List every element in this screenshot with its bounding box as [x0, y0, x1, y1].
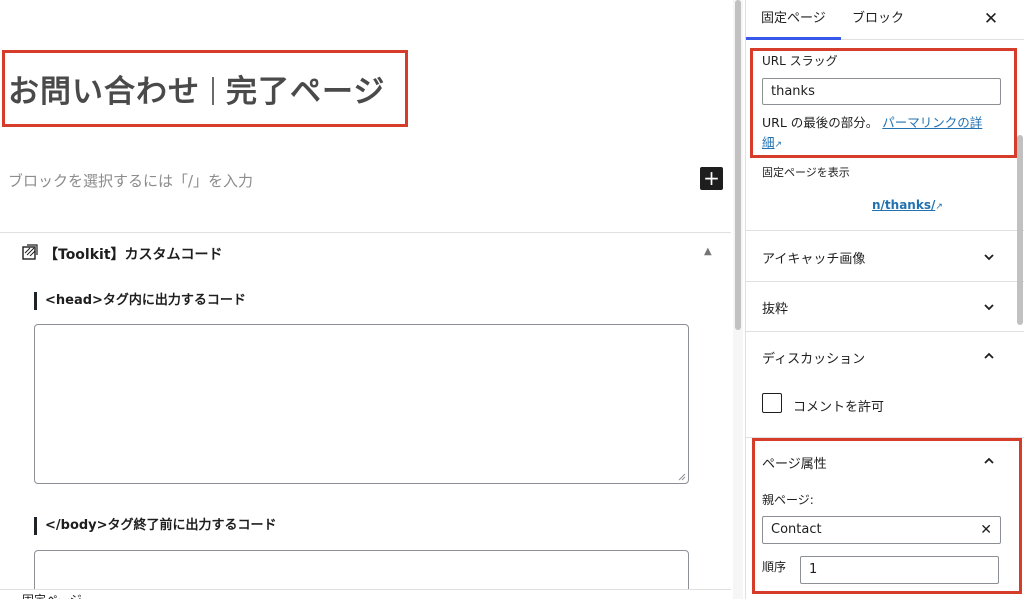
panel-discussion: ディスカッション [746, 331, 1024, 437]
chevron-down-icon [984, 254, 994, 261]
panel-featured-image-title: アイキャッチ画像 [762, 252, 866, 267]
url-slug-label: URL スラッグ [762, 54, 838, 68]
permalink-link[interactable]: パーマリンクの詳 [882, 115, 982, 130]
head-code-textarea[interactable] [34, 324, 689, 484]
panel-featured-image[interactable]: アイキャッチ画像 [746, 230, 1024, 281]
panel-excerpt-title: 抜粋 [762, 302, 789, 317]
allow-comments-checkbox[interactable] [762, 393, 782, 413]
url-help-text: URL の最後の部分。 [762, 115, 879, 130]
footer-breadcrumb[interactable]: 固定ページ [22, 591, 82, 599]
order-label: 順序 [762, 560, 787, 574]
editor-footer [0, 589, 731, 599]
triangle-up-icon[interactable]: ▲ [704, 246, 712, 257]
tab-page[interactable]: 固定ページ [746, 0, 841, 40]
editor-scrollbar-thumb[interactable] [735, 0, 741, 330]
settings-sidebar: 固定ページ ブロック ✕ URL スラッグ thanks URL の最後の部分。… [745, 0, 1024, 599]
external-link-icon: ↗ [774, 140, 783, 150]
parent-page-combobox[interactable]: Contact ✕ [762, 516, 1001, 544]
toolkit-meta-box-title: 【Toolkit】カスタムコード [44, 247, 223, 263]
body-code-label: </body>タグ終了前に出力するコード [34, 517, 277, 535]
url-help: URL の最後の部分。 パーマリンクの詳 細↗ [762, 113, 1007, 155]
allow-comments-label[interactable]: コメントを許可 [793, 396, 884, 415]
parent-page-label: 親ページ: [762, 493, 814, 507]
head-code-label: <head>タグ内に出力するコード [34, 292, 246, 310]
page-title-part2: 完了ページ [226, 74, 386, 110]
page-title[interactable]: お問い合わせ 完了ページ [8, 66, 385, 111]
editor-canvas: お問い合わせ 完了ページ ブロックを選択するには「/」を入力 + 【Toolkit… [0, 0, 731, 599]
toolkit-meta-box-header[interactable]: 【Toolkit】カスタムコード [22, 244, 223, 264]
external-link-icon: ↗ [935, 202, 943, 212]
panel-page-attributes-title[interactable]: ページ属性 [762, 453, 827, 472]
sidebar-tabs: 固定ページ ブロック ✕ [746, 0, 1024, 40]
view-page-link[interactable]: n/thanks/↗ [872, 198, 943, 212]
panel-discussion-title[interactable]: ディスカッション [762, 348, 865, 367]
view-page-url[interactable]: n/thanks/ [872, 198, 935, 212]
panel-excerpt[interactable]: 抜粋 [746, 281, 1024, 331]
add-block-button[interactable]: + [700, 167, 723, 190]
block-placeholder[interactable]: ブロックを選択するには「/」を入力 [8, 170, 253, 191]
title-separator [212, 77, 214, 105]
page-title-part1: お問い合わせ [8, 74, 200, 110]
url-slug-input[interactable]: thanks [762, 78, 1001, 105]
striped-block-icon [22, 244, 38, 264]
view-page-label: 固定ページを表示 [762, 166, 850, 179]
chevron-up-icon[interactable] [982, 349, 996, 363]
close-icon[interactable]: ✕ [981, 8, 1001, 30]
tab-block[interactable]: ブロック [852, 0, 904, 40]
permalink-link-cont[interactable]: 細 [762, 135, 775, 150]
chevron-up-icon[interactable] [982, 454, 996, 468]
order-input[interactable]: 1 [800, 556, 999, 584]
sidebar-scrollbar-thumb[interactable] [1017, 135, 1023, 325]
parent-page-value: Contact [771, 522, 822, 537]
clear-x-icon[interactable]: ✕ [980, 517, 992, 543]
chevron-down-icon [984, 304, 994, 311]
resize-grip-icon[interactable] [678, 473, 686, 481]
